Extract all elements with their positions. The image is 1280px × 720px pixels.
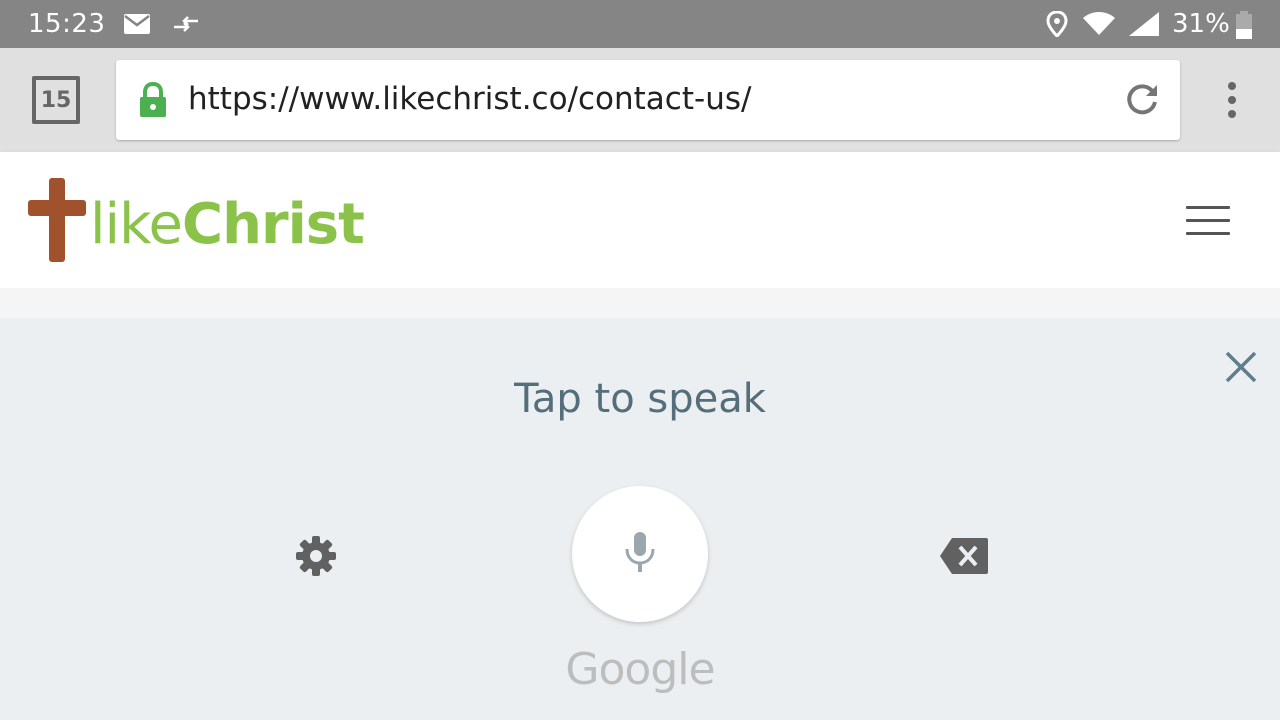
browser-toolbar: 15 https://www.likechrist.co/contact-us/ (0, 48, 1280, 152)
address-bar[interactable]: https://www.likechrist.co/contact-us/ (116, 60, 1180, 140)
microphone-icon (622, 530, 658, 579)
reload-icon[interactable] (1124, 82, 1160, 123)
logo-wordmark: likeChrist (90, 192, 365, 257)
wifi-icon (1082, 12, 1116, 41)
cross-icon (28, 178, 86, 267)
page-content-strip (0, 288, 1280, 318)
battery-percent: 31% (1172, 9, 1230, 39)
voice-input-panel: Tap to speak Google (0, 318, 1280, 720)
data-transfer-icon (172, 14, 200, 39)
status-bar: 15:23 31% (0, 0, 1280, 48)
battery-icon (1236, 11, 1252, 44)
overflow-menu-icon[interactable] (1220, 80, 1244, 120)
lock-icon[interactable] (138, 81, 168, 123)
tab-switcher-button[interactable]: 15 (32, 76, 80, 124)
logo-light-text: like (90, 192, 183, 257)
backspace-icon[interactable] (940, 538, 988, 574)
microphone-button[interactable] (572, 486, 708, 622)
logo-bold-text: Christ (182, 192, 365, 257)
mail-icon (124, 14, 150, 39)
settings-icon[interactable] (294, 534, 338, 578)
signal-icon (1128, 11, 1160, 42)
url-text[interactable]: https://www.likechrist.co/contact-us/ (188, 81, 751, 117)
voice-prompt: Tap to speak (514, 376, 766, 422)
google-brand-label: Google (565, 644, 715, 695)
site-header: likeChrist (0, 152, 1280, 288)
location-icon (1046, 10, 1068, 42)
status-time: 15:23 (28, 9, 106, 39)
hamburger-icon[interactable] (1186, 206, 1230, 236)
